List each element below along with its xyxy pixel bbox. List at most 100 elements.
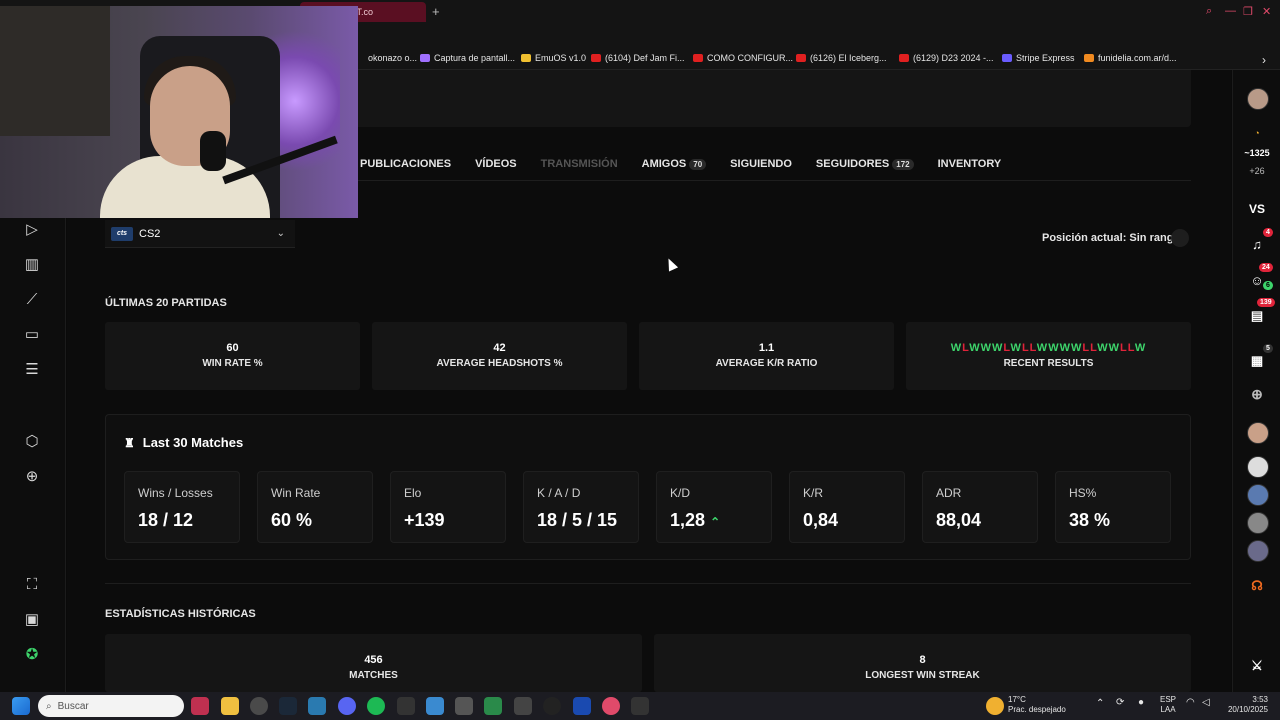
weather-widget[interactable]: 17°C Prac. despejado: [1008, 695, 1066, 715]
minimize-icon[interactable]: —: [1225, 5, 1236, 17]
trend-icon[interactable]: ⟋: [24, 292, 40, 308]
bookmarks-more-icon[interactable]: ›: [1262, 53, 1266, 67]
chrome-icon[interactable]: [250, 697, 268, 715]
bookmark[interactable]: EmuOS v1.0: [521, 53, 586, 63]
friend-avatar[interactable]: [1247, 456, 1269, 478]
app-icon[interactable]: [308, 697, 326, 715]
volume-icon[interactable]: ◁: [1202, 698, 1210, 708]
friend-avatar[interactable]: [1247, 484, 1269, 506]
bookmark[interactable]: (6129) D23 2024 -...: [899, 53, 994, 63]
result-letter: L: [1021, 342, 1030, 354]
tab-publicaciones[interactable]: PUBLICACIONES: [360, 158, 451, 170]
app-icon[interactable]: [631, 697, 649, 715]
bookmark[interactable]: Stripe Express: [1002, 53, 1075, 63]
tab-inventory[interactable]: INVENTORY: [938, 158, 1002, 170]
party-badge: 5: [1263, 344, 1273, 353]
bookmark[interactable]: COMO CONFIGUR...: [693, 53, 793, 63]
list-icon[interactable]: ☰: [24, 362, 40, 378]
notepad-icon[interactable]: [426, 697, 444, 715]
party-icon[interactable]: ▦: [1233, 353, 1280, 369]
friend-avatar[interactable]: [1247, 422, 1269, 444]
explorer-icon[interactable]: [221, 697, 239, 715]
divider: [105, 583, 1191, 584]
match-stat-card: ADR 88,04: [922, 471, 1038, 543]
match-stat-card: K / A / D 18 / 5 / 15: [523, 471, 639, 543]
clock[interactable]: 3:53 20/10/2025: [1226, 695, 1268, 715]
last30-title: ♜ Last 30 Matches: [124, 435, 244, 450]
video-icon[interactable]: ▭: [24, 327, 40, 343]
stat-card-headshots: 42 AVERAGE HEADSHOTS %: [372, 322, 627, 390]
result-letter: L: [1120, 342, 1128, 354]
result-letter: W: [1010, 342, 1022, 354]
tab-videos[interactable]: VÍDEOS: [475, 158, 517, 170]
trend-up-icon: ⌃: [710, 515, 721, 529]
bell-icon[interactable]: ♫: [1233, 237, 1280, 252]
app-icon[interactable]: [455, 697, 473, 715]
game-dropdown[interactable]: cts CS2 ⌄: [105, 220, 295, 248]
app-icon[interactable]: [397, 697, 415, 715]
tab-transmision: TRANSMISIÓN: [540, 158, 618, 170]
chat-icon[interactable]: ▤: [1233, 308, 1280, 324]
new-tab-icon[interactable]: +: [432, 4, 440, 19]
notification-badge: 4: [1263, 228, 1273, 237]
tray-chevron-icon[interactable]: ⌃: [1096, 699, 1104, 709]
friend-avatar[interactable]: [1247, 512, 1269, 534]
maximize-icon[interactable]: ❐: [1243, 5, 1253, 18]
bookmark[interactable]: (6104) Def Jam Fi...: [591, 53, 685, 63]
spotify-icon[interactable]: [367, 697, 385, 715]
tab-amigos[interactable]: AMIGOS 70: [642, 158, 707, 170]
search-tabs-icon[interactable]: ⌕: [1206, 5, 1212, 18]
add-icon[interactable]: ⊕: [24, 469, 40, 485]
app-icon[interactable]: [514, 697, 532, 715]
youtube-icon: [796, 54, 806, 62]
result-letter: W: [1036, 342, 1049, 354]
result-letter: L: [1003, 342, 1011, 354]
steam-icon[interactable]: [279, 697, 297, 715]
close-icon[interactable]: ✕: [1262, 5, 1271, 18]
bookmark[interactable]: okonazo o...: [368, 53, 417, 63]
bookmark[interactable]: funidelia.com.ar/d...: [1084, 53, 1177, 63]
wifi-icon[interactable]: ◠: [1186, 698, 1195, 708]
fullscreen-icon[interactable]: ⛶: [24, 577, 40, 593]
match-stat-card: Elo +139: [390, 471, 506, 543]
youtube-icon: [693, 54, 703, 62]
cs2-logo: cts: [111, 226, 133, 241]
network-icon[interactable]: ⟳: [1116, 698, 1124, 708]
vs-button[interactable]: VS: [1233, 202, 1280, 216]
app-icon[interactable]: [602, 697, 620, 715]
section-title-historical: ESTADÍSTICAS HISTÓRICAS: [105, 608, 256, 620]
result-letter: W: [1048, 342, 1060, 354]
tab-siguiendo[interactable]: SIGUIENDO: [730, 158, 792, 170]
bookmark[interactable]: Captura de pantall...: [420, 53, 515, 63]
match-stat-card: K/D 1,28 ⌃: [656, 471, 772, 543]
bookmark[interactable]: (6126) El Iceberg...: [796, 53, 887, 63]
result-letter: W: [980, 342, 993, 354]
app-icon[interactable]: [191, 697, 209, 715]
club-icon[interactable]: ⬡: [24, 434, 40, 450]
windows-start-icon[interactable]: [12, 697, 30, 715]
count-badge: 172: [892, 159, 914, 170]
shop-icon[interactable]: ▣: [24, 612, 40, 628]
tab-seguidores[interactable]: SEGUIDORES 172: [816, 158, 914, 170]
add-icon[interactable]: ⊕: [1233, 386, 1280, 403]
headset-icon[interactable]: ☊: [1233, 578, 1280, 594]
bitwarden-icon[interactable]: [573, 697, 591, 715]
discord-icon[interactable]: [338, 697, 356, 715]
taskbar-search[interactable]: ⌕ Buscar: [38, 695, 184, 717]
premium-icon[interactable]: ✪: [24, 647, 40, 663]
play-icon[interactable]: ▷: [24, 222, 40, 238]
faceit-logo-icon[interactable]: ⚔: [1233, 658, 1280, 674]
app-icon[interactable]: [484, 697, 502, 715]
app-icon[interactable]: [543, 697, 561, 715]
chat-badge: 139: [1257, 298, 1275, 307]
user-avatar[interactable]: [1247, 88, 1269, 110]
language-indicator[interactable]: ESP LAA: [1160, 695, 1176, 715]
game-value: CS2: [139, 227, 161, 240]
result-letter: W: [1070, 342, 1083, 354]
mic-icon[interactable]: ●: [1138, 698, 1144, 708]
friend-avatar[interactable]: [1247, 540, 1269, 562]
youtube-icon: [899, 54, 909, 62]
result-letter: L: [1029, 342, 1037, 354]
friends-icon[interactable]: ☺: [1233, 273, 1280, 288]
stats-icon[interactable]: ▥: [24, 257, 40, 273]
